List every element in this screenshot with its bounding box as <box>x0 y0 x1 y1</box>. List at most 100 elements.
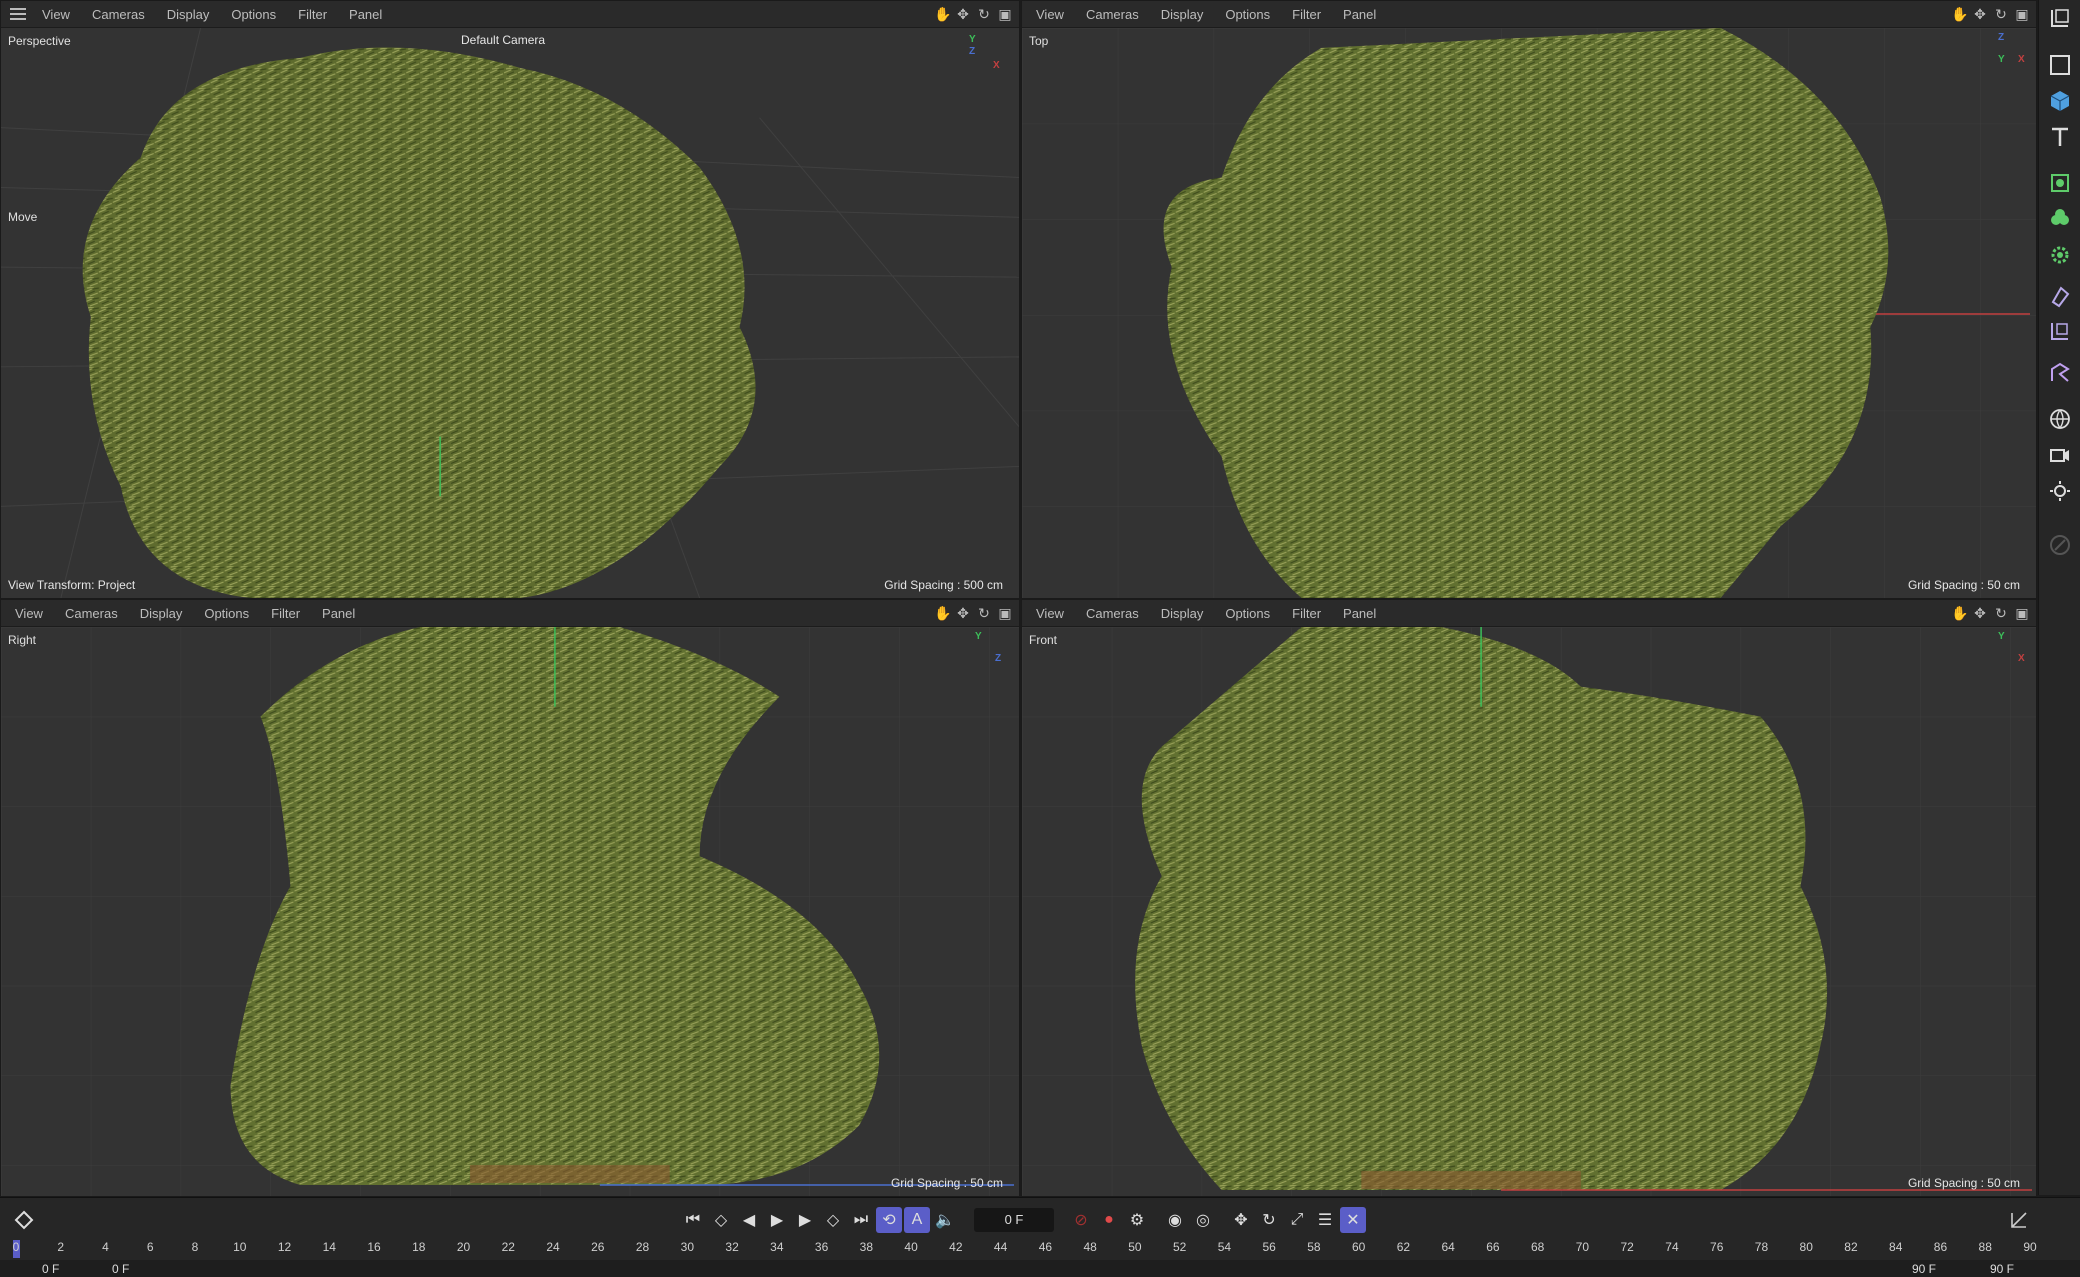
viewport-perspective[interactable]: View Cameras Display Options Filter Pane… <box>0 0 1020 599</box>
timeline-expand-icon[interactable] <box>2010 1207 2028 1233</box>
menu-display[interactable]: Display <box>1161 7 1204 22</box>
generator-icon[interactable] <box>2045 168 2075 198</box>
maximize-icon[interactable]: ▣ <box>2014 605 2030 621</box>
pan-icon[interactable]: ✋ <box>934 6 951 22</box>
menu-panel[interactable]: Panel <box>1343 7 1376 22</box>
menu-panel[interactable]: Panel <box>322 606 355 621</box>
gear-icon[interactable] <box>2045 240 2075 270</box>
move-view-icon[interactable]: ✥ <box>955 6 971 22</box>
menu-options[interactable]: Options <box>204 606 249 621</box>
text-icon[interactable] <box>2045 122 2075 152</box>
viewport-right[interactable]: View Cameras Display Options Filter Pane… <box>0 599 1020 1197</box>
menu-options[interactable]: Options <box>1225 606 1270 621</box>
maximize-icon[interactable]: ▣ <box>997 6 1013 22</box>
record-disabled-icon[interactable]: ⊘ <box>1068 1207 1094 1233</box>
pan-icon[interactable]: ✋ <box>1951 605 1968 621</box>
prev-frame-icon[interactable]: ◀ <box>736 1207 762 1233</box>
viewport-canvas[interactable]: Y X <box>1022 627 2036 1196</box>
hamburger-icon[interactable] <box>10 8 26 20</box>
menu-cameras[interactable]: Cameras <box>1086 606 1139 621</box>
loop-icon[interactable]: ⟲ <box>876 1207 902 1233</box>
environment-icon[interactable] <box>2045 404 2075 434</box>
menu-filter[interactable]: Filter <box>271 606 300 621</box>
autokey-icon[interactable]: ● <box>1096 1207 1122 1233</box>
key-param-icon[interactable]: ☰ <box>1312 1207 1338 1233</box>
key-position-icon[interactable]: ◉ <box>1162 1207 1188 1233</box>
menu-panel[interactable]: Panel <box>349 7 382 22</box>
menu-panel[interactable]: Panel <box>1343 606 1376 621</box>
rotate-view-icon[interactable]: ↻ <box>1993 605 2009 621</box>
key-move-icon[interactable]: ✥ <box>1228 1207 1254 1233</box>
light-icon[interactable] <box>2045 476 2075 506</box>
keyframe-settings-icon[interactable]: ⚙ <box>1124 1207 1150 1233</box>
menu-options[interactable]: Options <box>1225 7 1270 22</box>
key-pla-icon[interactable]: ✕ <box>1340 1207 1366 1233</box>
menu-filter[interactable]: Filter <box>298 7 327 22</box>
active-tool-label: Move <box>8 210 38 224</box>
spline-icon[interactable] <box>2045 358 2075 388</box>
menu-view[interactable]: View <box>42 7 70 22</box>
sound-mode-icon[interactable]: A <box>904 1207 930 1233</box>
rotate-view-icon[interactable]: ↻ <box>976 6 992 22</box>
move-view-icon[interactable]: ✥ <box>1972 6 1988 22</box>
timeline-tick-label: 22 <box>501 1240 515 1254</box>
perspective-scene <box>1 28 1019 598</box>
key-rotate-icon[interactable]: ↻ <box>1256 1207 1282 1233</box>
range-end-field[interactable]: 90 F <box>1912 1262 1936 1276</box>
plant-icon[interactable] <box>2045 204 2075 234</box>
timeline-tick-label: 64 <box>1441 1240 1455 1254</box>
viewport-layout-icon[interactable] <box>2045 4 2075 34</box>
viewport-top[interactable]: View Cameras Display Options Filter Pane… <box>1021 0 2037 599</box>
deformer-icon[interactable] <box>2045 282 2075 312</box>
menu-display[interactable]: Display <box>167 7 210 22</box>
rotate-view-icon[interactable]: ↻ <box>1993 6 2009 22</box>
range-max-field[interactable]: 90 F <box>1990 1262 2014 1276</box>
menu-cameras[interactable]: Cameras <box>1086 7 1139 22</box>
speaker-icon[interactable]: 🔈 <box>932 1207 958 1233</box>
range-min-field[interactable]: 0 F <box>42 1262 59 1276</box>
next-frame-icon[interactable]: ▶ <box>792 1207 818 1233</box>
rotate-view-icon[interactable]: ↻ <box>976 605 992 621</box>
timeline-ruler[interactable]: 0 2 4 6 8 10 12 14 16 18 20 22 24 26 28 30 32 34 36 38 40 42 4… <box>13 1240 2037 1258</box>
camera-label[interactable]: Default Camera <box>461 33 545 47</box>
selection-icon[interactable] <box>2045 316 2075 346</box>
move-view-icon[interactable]: ✥ <box>955 605 971 621</box>
timeline-tick-label: 20 <box>456 1240 471 1254</box>
menu-cameras[interactable]: Cameras <box>92 7 145 22</box>
menu-cameras[interactable]: Cameras <box>65 606 118 621</box>
cube-icon[interactable] <box>2045 86 2075 116</box>
play-icon[interactable]: ▶ <box>764 1207 790 1233</box>
timeline-tick-label: 72 <box>1620 1240 1634 1254</box>
menu-view[interactable]: View <box>1036 606 1064 621</box>
menu-view[interactable]: View <box>15 606 43 621</box>
menu-view[interactable]: View <box>1036 7 1064 22</box>
next-key-icon[interactable]: ◇ <box>820 1207 846 1233</box>
rectangle-select-icon[interactable] <box>2045 50 2075 80</box>
maximize-icon[interactable]: ▣ <box>2014 6 2030 22</box>
maximize-icon[interactable]: ▣ <box>997 605 1013 621</box>
pan-icon[interactable]: ✋ <box>1951 6 1968 22</box>
viewport-canvas[interactable]: Y Z <box>1 627 1019 1196</box>
key-scale-icon[interactable]: ⤢ <box>1284 1207 1310 1233</box>
grid-spacing-label: Grid Spacing : 50 cm <box>890 1176 1003 1190</box>
timeline-tick-label: 32 <box>725 1240 739 1254</box>
go-to-start-icon[interactable]: ⏮ <box>680 1207 706 1233</box>
keyframe-icon[interactable] <box>14 1207 34 1233</box>
pan-icon[interactable]: ✋ <box>934 605 951 621</box>
menu-options[interactable]: Options <box>231 7 276 22</box>
range-start-field[interactable]: 0 F <box>112 1262 129 1276</box>
viewport-canvas[interactable]: Z Y X <box>1022 28 2036 598</box>
menu-display[interactable]: Display <box>140 606 183 621</box>
menu-display[interactable]: Display <box>1161 606 1204 621</box>
prev-key-icon[interactable]: ◇ <box>708 1207 734 1233</box>
camera-icon[interactable] <box>2045 440 2075 470</box>
viewport-front[interactable]: View Cameras Display Options Filter Pane… <box>1021 599 2037 1197</box>
key-rotation-icon[interactable]: ◎ <box>1190 1207 1216 1233</box>
menu-filter[interactable]: Filter <box>1292 7 1321 22</box>
menu-filter[interactable]: Filter <box>1292 606 1321 621</box>
go-to-end-icon[interactable]: ⏭ <box>848 1207 874 1233</box>
timeline-tick-label: 42 <box>949 1240 963 1254</box>
move-view-icon[interactable]: ✥ <box>1972 605 1988 621</box>
viewport-canvas[interactable]: Y Z X <box>1 28 1019 598</box>
current-frame-field[interactable]: 0 F <box>974 1208 1054 1232</box>
